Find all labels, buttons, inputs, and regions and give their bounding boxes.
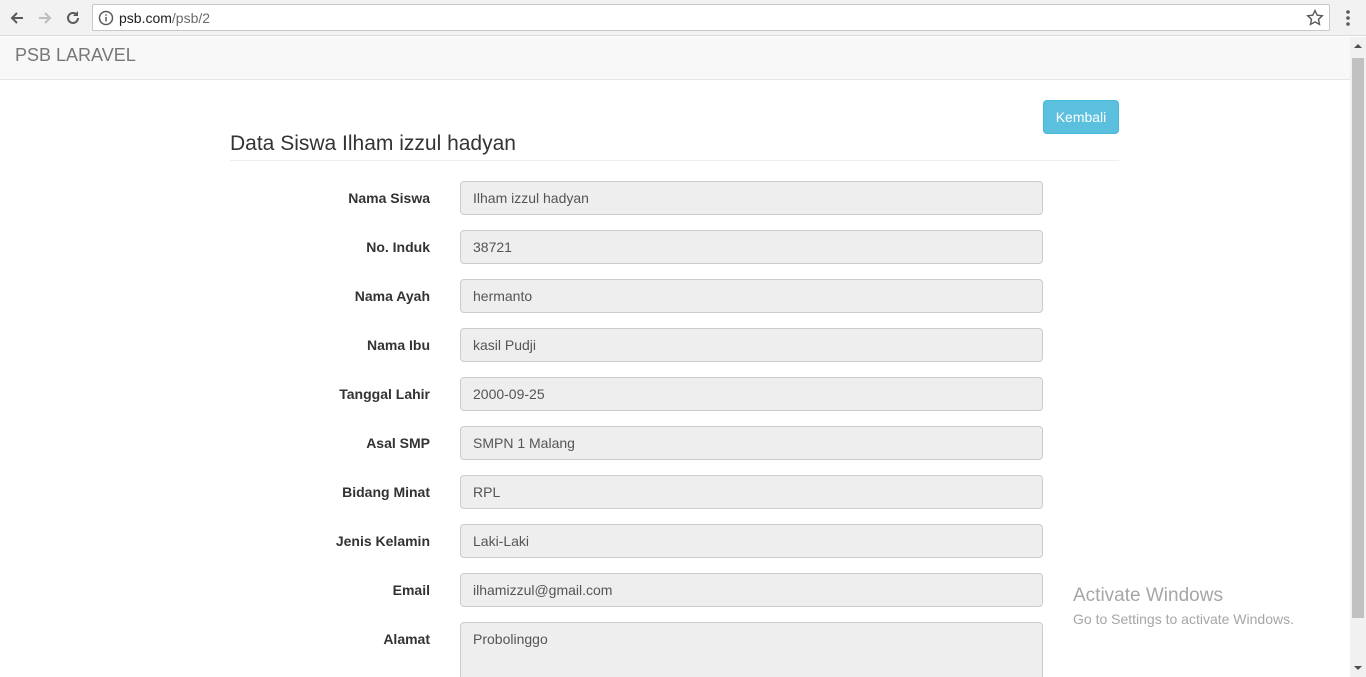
back-arrow-icon[interactable] xyxy=(5,6,29,30)
field-label: Nama Siswa xyxy=(348,190,430,206)
field-label: Nama Ibu xyxy=(366,337,430,353)
title-divider xyxy=(230,160,1119,161)
field-label: No. Induk xyxy=(366,239,430,255)
form-row-nama-ayah: Nama Ayah hermanto xyxy=(230,279,1043,313)
reload-icon[interactable] xyxy=(61,6,85,30)
bidang-minat-field[interactable]: RPL xyxy=(460,475,1043,509)
page-scrollbar[interactable] xyxy=(1350,37,1366,677)
no-induk-field[interactable]: 38721 xyxy=(460,230,1043,264)
info-icon[interactable] xyxy=(98,10,114,26)
form-row-nama-siswa: Nama Siswa Ilham izzul hadyan xyxy=(230,181,1043,215)
nama-ibu-field[interactable]: kasil Pudji xyxy=(460,328,1043,362)
kebab-menu-icon[interactable] xyxy=(1338,6,1358,30)
form-row-tanggal-lahir: Tanggal Lahir 2000-09-25 xyxy=(230,377,1043,411)
field-label: Asal SMP xyxy=(366,435,430,451)
form-row-jenis-kelamin: Jenis Kelamin Laki-Laki xyxy=(230,524,1043,558)
watermark-subtitle: Go to Settings to activate Windows. xyxy=(1073,611,1294,627)
address-bar[interactable]: psb.com/psb/2 xyxy=(92,4,1330,31)
url-text: psb.com/psb/2 xyxy=(119,10,210,26)
scroll-down-arrow-icon[interactable] xyxy=(1350,660,1366,677)
activate-windows-watermark: Activate Windows Go to Settings to activ… xyxy=(1073,585,1294,627)
navbar-brand[interactable]: PSB LARAVEL xyxy=(15,45,136,66)
scroll-thumb[interactable] xyxy=(1352,58,1364,618)
scroll-up-arrow-icon[interactable] xyxy=(1350,37,1366,54)
back-button[interactable]: Kembali xyxy=(1043,100,1119,134)
form-row-no-induk: No. Induk 38721 xyxy=(230,230,1043,264)
watermark-title: Activate Windows xyxy=(1073,585,1223,606)
form-row-asal-smp: Asal SMP SMPN 1 Malang xyxy=(230,426,1043,460)
field-label: Email xyxy=(392,582,430,598)
form-row-bidang-minat: Bidang Minat RPL xyxy=(230,475,1043,509)
forward-arrow-icon[interactable] xyxy=(33,6,57,30)
page-viewport: PSB LARAVEL Kembali Data Siswa Ilham izz… xyxy=(0,37,1350,677)
email-field[interactable]: ilhamizzul@gmail.com xyxy=(460,573,1043,607)
url-path: /psb/2 xyxy=(171,10,211,26)
tanggal-lahir-field[interactable]: 2000-09-25 xyxy=(460,377,1043,411)
field-label: Alamat xyxy=(383,631,430,647)
star-icon[interactable] xyxy=(1305,8,1325,28)
jenis-kelamin-field[interactable]: Laki-Laki xyxy=(460,524,1043,558)
field-label: Jenis Kelamin xyxy=(335,533,430,549)
browser-toolbar: psb.com/psb/2 xyxy=(0,0,1366,36)
form-row-alamat: Alamat Probolinggo xyxy=(230,622,1043,677)
form-row-nama-ibu: Nama Ibu kasil Pudji xyxy=(230,328,1043,362)
alamat-textarea[interactable]: Probolinggo xyxy=(460,622,1043,677)
field-label: Bidang Minat xyxy=(342,484,430,500)
field-label: Tanggal Lahir xyxy=(339,386,430,402)
page-title: Data Siswa Ilham izzul hadyan xyxy=(230,132,516,155)
navbar: PSB LARAVEL xyxy=(0,37,1350,80)
nama-siswa-field[interactable]: Ilham izzul hadyan xyxy=(460,181,1043,215)
field-label: Nama Ayah xyxy=(354,288,430,304)
url-host: psb.com xyxy=(119,10,172,26)
nama-ayah-field[interactable]: hermanto xyxy=(460,279,1043,313)
asal-smp-field[interactable]: SMPN 1 Malang xyxy=(460,426,1043,460)
form-row-email: Email ilhamizzul@gmail.com xyxy=(230,573,1043,607)
